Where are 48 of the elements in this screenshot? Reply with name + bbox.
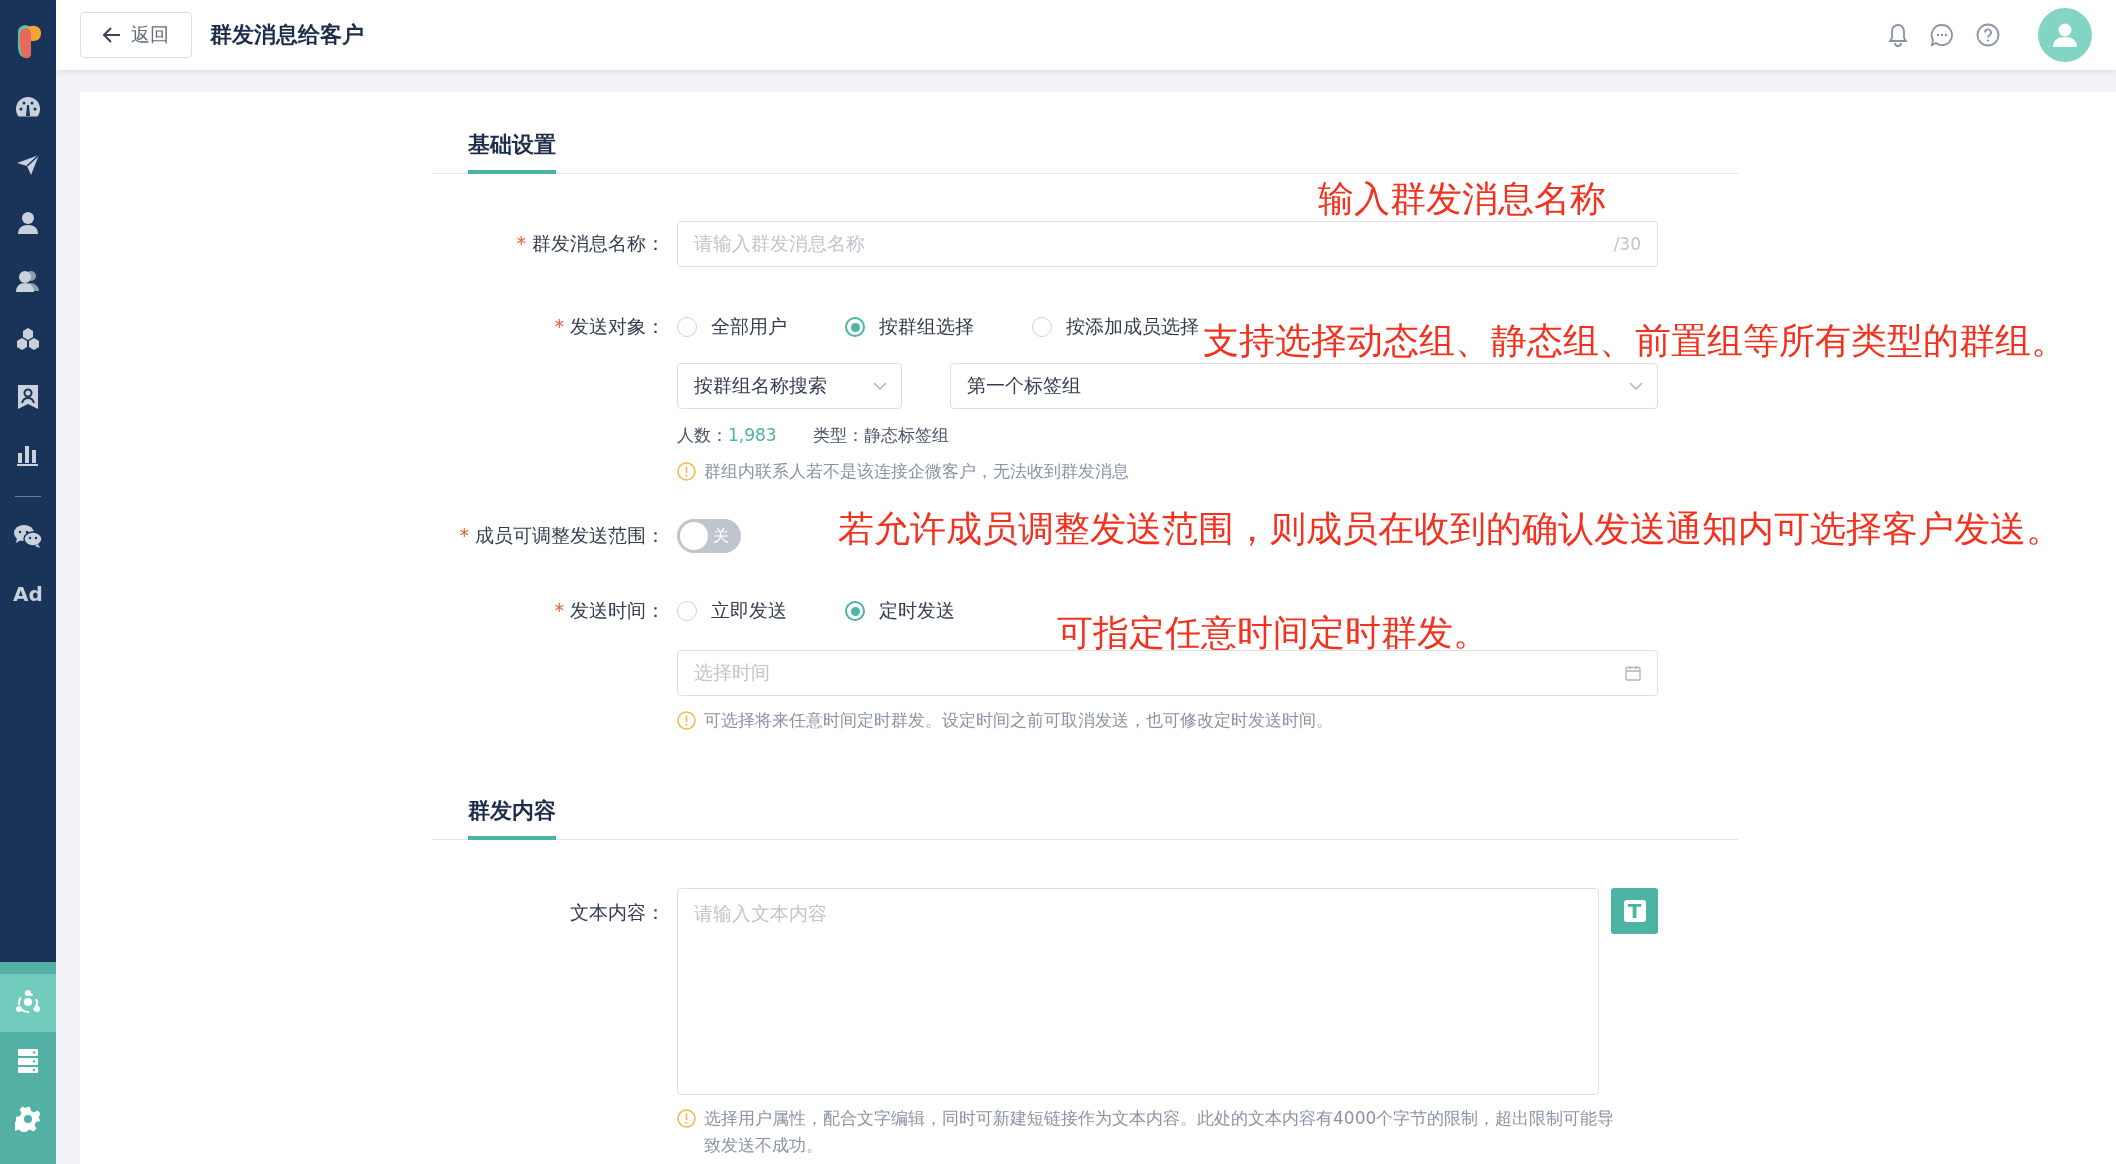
field-label: * 发送时间：	[553, 598, 666, 623]
gauge-icon	[15, 96, 41, 118]
type-info: 类型：静态标签组	[812, 424, 949, 447]
char-counter: /30	[1613, 234, 1641, 254]
person-icon	[2052, 23, 2078, 47]
calendar-icon	[1625, 665, 1641, 681]
warning-icon	[677, 711, 696, 730]
hint-text: 可选择将来任意时间定时群发。设定时间之前可取消发送，也可修改定时发送时间。	[704, 709, 1333, 732]
section-tab[interactable]: 群发内容	[468, 796, 556, 840]
radio-option[interactable]: 全部用户	[677, 314, 787, 340]
server-icon	[16, 1048, 40, 1074]
annotation-text: 输入群发消息名称	[1318, 178, 1606, 220]
person-icon	[17, 211, 39, 235]
sidebar-item[interactable]: Ad	[0, 565, 56, 623]
paper-plane-icon	[16, 154, 40, 176]
warning-icon	[677, 462, 696, 481]
people-icon	[15, 269, 41, 293]
contact-card-icon	[17, 384, 39, 410]
radio-option[interactable]: 按添加成员选择	[1032, 314, 1199, 340]
group-select[interactable]: 第一个标签组	[950, 363, 1658, 409]
bar-chart-icon	[16, 443, 40, 467]
hexagons-icon	[15, 327, 41, 351]
network-icon	[14, 990, 42, 1016]
caret-icon	[1629, 382, 1643, 390]
field-label: * 成员可调整发送范围：	[458, 523, 666, 548]
caret-icon	[873, 382, 887, 390]
warning-icon	[677, 1109, 696, 1128]
field-label: 文本内容：	[569, 900, 666, 925]
page-title: 群发消息给客户	[210, 21, 364, 49]
section-tab[interactable]: 基础设置	[468, 130, 556, 174]
bell-icon[interactable]	[1888, 23, 1908, 47]
radio-option[interactable]: 定时发送	[845, 598, 955, 624]
arrow-left-icon	[103, 27, 121, 43]
settings-icon	[15, 1106, 41, 1132]
count-info: 人数：1,983	[677, 424, 777, 447]
radio-option[interactable]: 立即发送	[677, 598, 787, 624]
radio-option[interactable]: 按群组选择	[845, 314, 974, 340]
help-icon[interactable]	[1976, 23, 2000, 47]
hint-text: 选择用户属性，配合文字编辑，同时可新建短链接作为文本内容。此处的文本内容有4000个字节的限制，超出限制可能导致发送不成功。	[704, 1107, 1616, 1157]
back-button[interactable]: 返回	[80, 12, 192, 58]
annotation-text: 支持选择动态组、静态组、前置组等所有类型的群组。	[1203, 320, 2067, 362]
chat-icon[interactable]	[1930, 23, 1954, 47]
hint-text: 群组内联系人若不是该连接企微客户，无法收到群发消息	[704, 460, 1129, 483]
group-search-select[interactable]: 按群组名称搜索	[677, 363, 902, 409]
annotation-text: 若允许成员调整发送范围，则成员在收到的确认发送通知内可选择客户发送。	[838, 508, 2062, 550]
field-label: * 发送对象：	[553, 314, 666, 339]
field-label: * 群发消息名称：	[515, 231, 666, 256]
chat-bubbles-icon	[13, 523, 43, 549]
